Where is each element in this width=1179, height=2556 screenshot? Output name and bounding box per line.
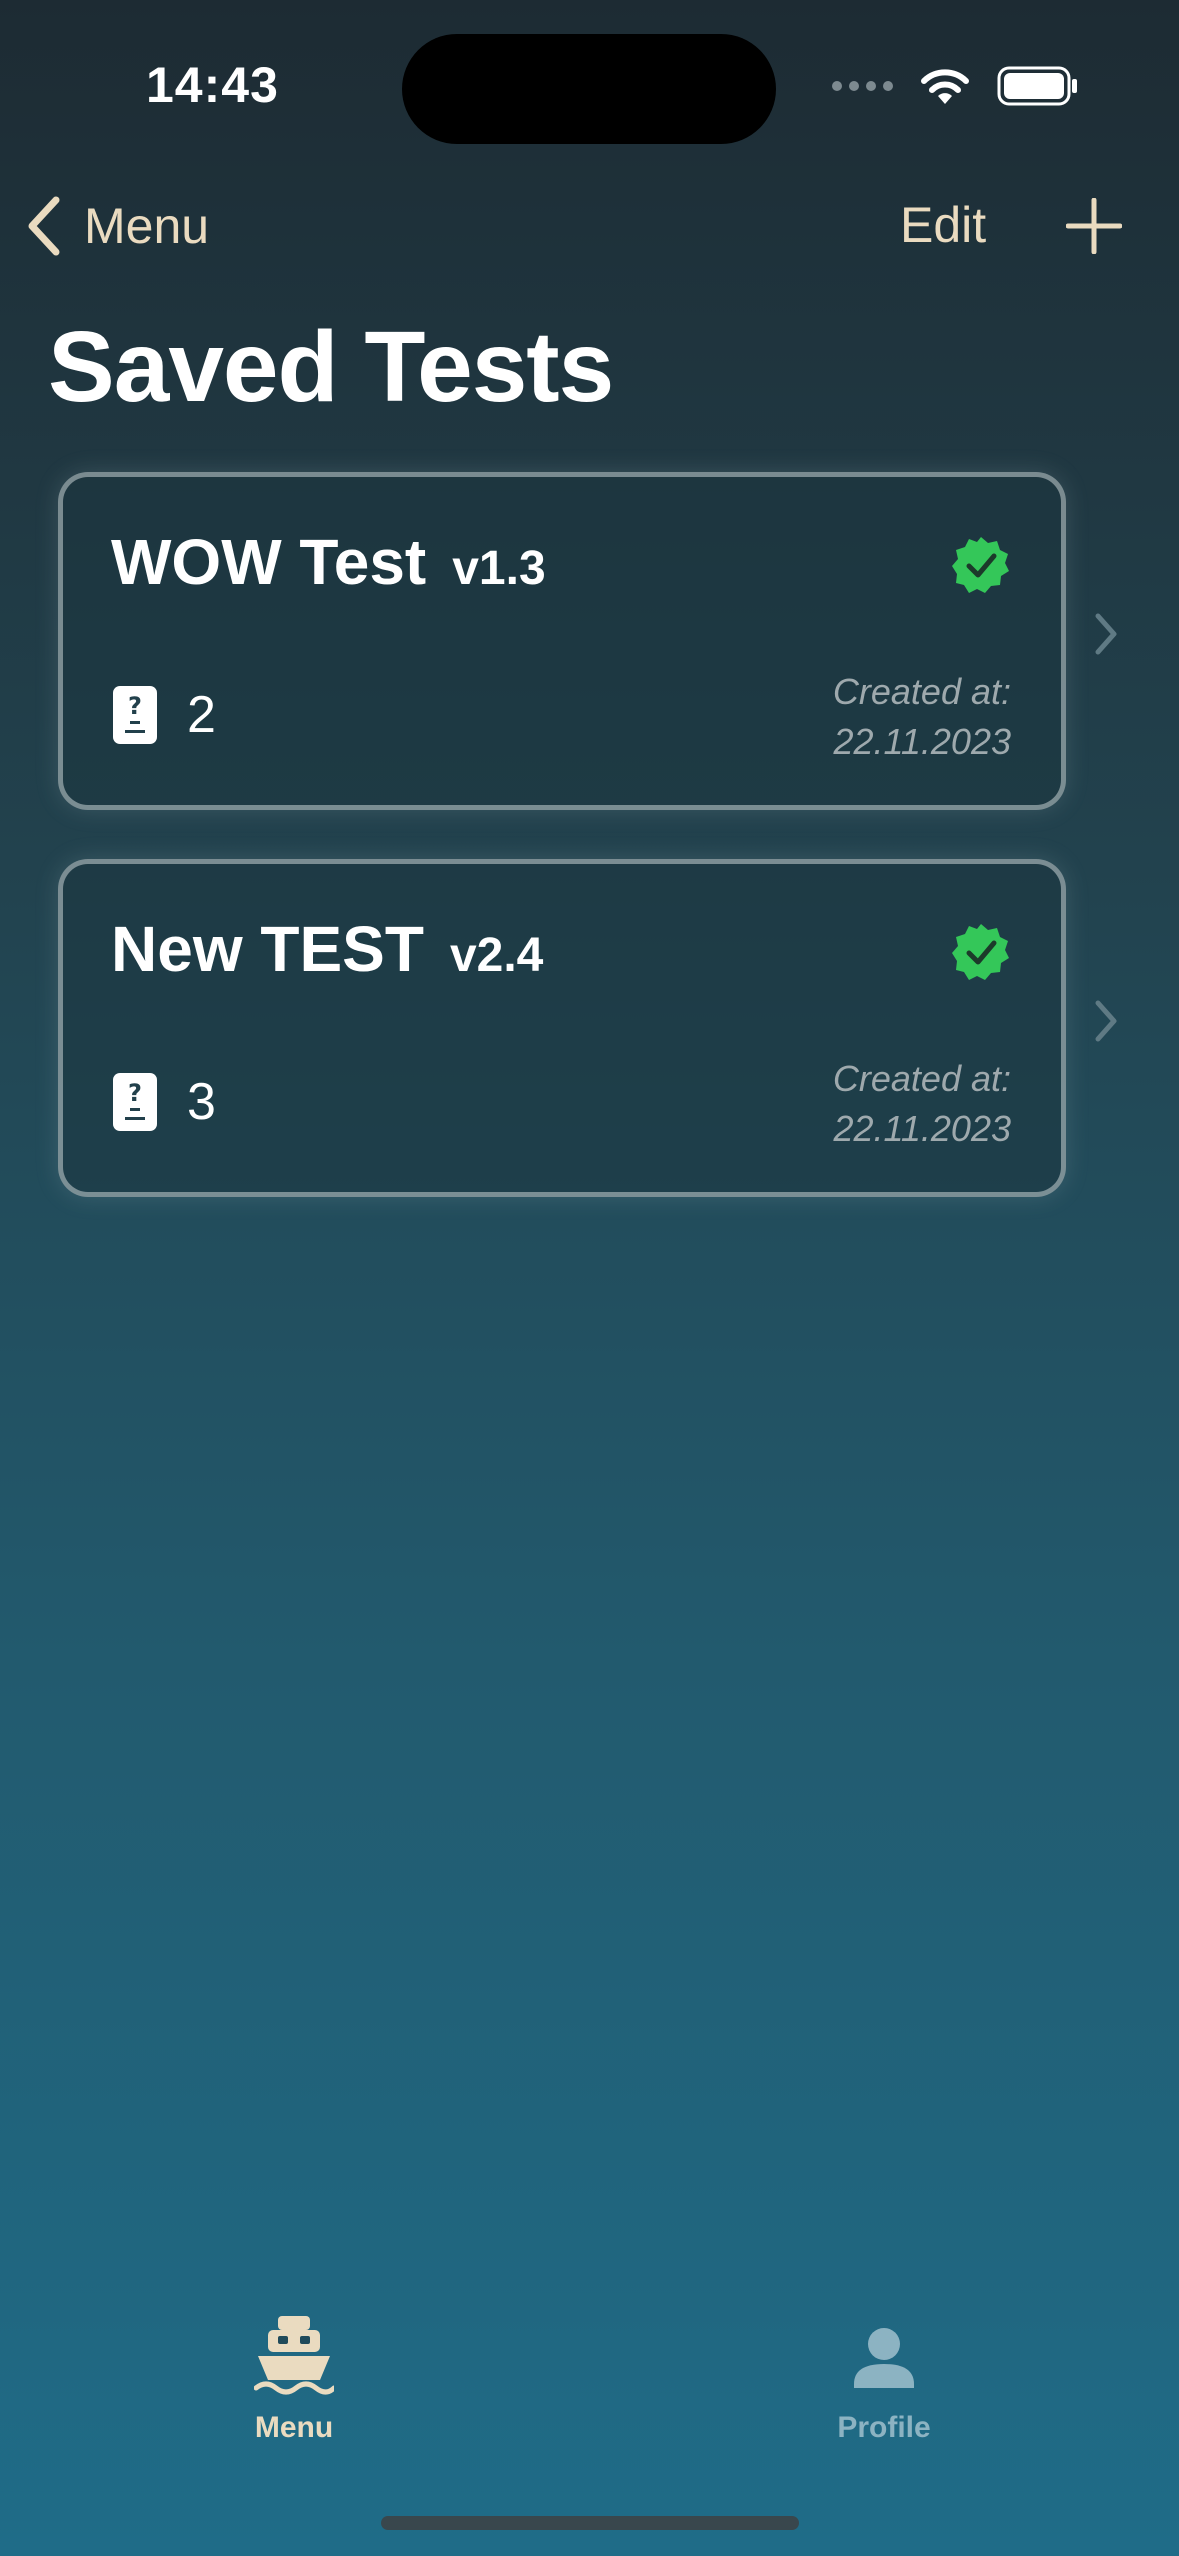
question-count: ? 2 <box>113 685 216 745</box>
home-indicator[interactable] <box>381 2516 799 2530</box>
back-button-label: Menu <box>84 198 210 254</box>
question-count-value: 3 <box>187 1073 216 1131</box>
tab-menu[interactable]: Menu <box>194 2314 394 2445</box>
person-icon <box>854 2328 914 2388</box>
question-count-value: 2 <box>187 686 216 744</box>
created-value: 22.11.2023 <box>833 1108 1011 1149</box>
test-name: New TEST <box>111 913 424 985</box>
back-button[interactable]: Menu <box>26 196 209 256</box>
created-label: Created at: <box>832 1058 1011 1099</box>
cellular-signal-icon <box>832 81 893 91</box>
status-indicators <box>832 66 1079 106</box>
test-title: WOW Test v1.3 <box>111 525 546 599</box>
chevron-left-icon <box>28 196 60 256</box>
test-title: New TEST v2.4 <box>111 912 543 986</box>
test-card-row[interactable]: New TEST v2.4 ? 3 Created at: 22.11.2023 <box>0 859 1179 1199</box>
verified-badge-icon <box>952 537 1009 593</box>
svg-text:?: ? <box>128 692 142 720</box>
battery-icon <box>997 66 1077 106</box>
test-version: v1.3 <box>452 542 546 595</box>
test-card[interactable]: WOW Test v1.3 ? 2 Created at: 22.11.2023 <box>58 472 1066 810</box>
test-version: v2.4 <box>449 929 544 982</box>
question-document-icon: ? <box>113 1073 157 1131</box>
created-value: 22.11.2023 <box>833 721 1011 762</box>
edit-button[interactable]: Edit <box>900 196 986 254</box>
question-document-icon: ? <box>113 686 157 744</box>
wifi-icon <box>921 69 969 104</box>
tab-profile-label: Profile <box>837 2411 931 2444</box>
created-date: Created at: 22.11.2023 <box>833 667 1011 767</box>
status-time: 14:43 <box>146 57 279 113</box>
tab-menu-label: Menu <box>254 2411 334 2444</box>
created-date: Created at: 22.11.2023 <box>833 1054 1011 1154</box>
verified-badge-icon <box>952 924 1009 980</box>
page-title: Saved Tests <box>48 311 614 423</box>
test-card-row[interactable]: WOW Test v1.3 ? 2 Created at: 22.11.2023 <box>0 472 1179 812</box>
ship-icon <box>253 2316 337 2395</box>
created-label: Created at: <box>832 671 1011 712</box>
svg-text:?: ? <box>128 1079 142 1107</box>
tab-profile[interactable]: Profile <box>784 2314 984 2445</box>
question-count: ? 3 <box>113 1072 216 1132</box>
plus-icon <box>1065 197 1123 255</box>
add-button[interactable] <box>1065 197 1123 259</box>
test-name: WOW Test <box>111 526 427 598</box>
dynamic-island <box>402 34 776 144</box>
test-card[interactable]: New TEST v2.4 ? 3 Created at: 22.11.2023 <box>58 859 1066 1197</box>
chevron-right-icon <box>1095 613 1117 655</box>
chevron-right-icon <box>1095 1000 1117 1042</box>
